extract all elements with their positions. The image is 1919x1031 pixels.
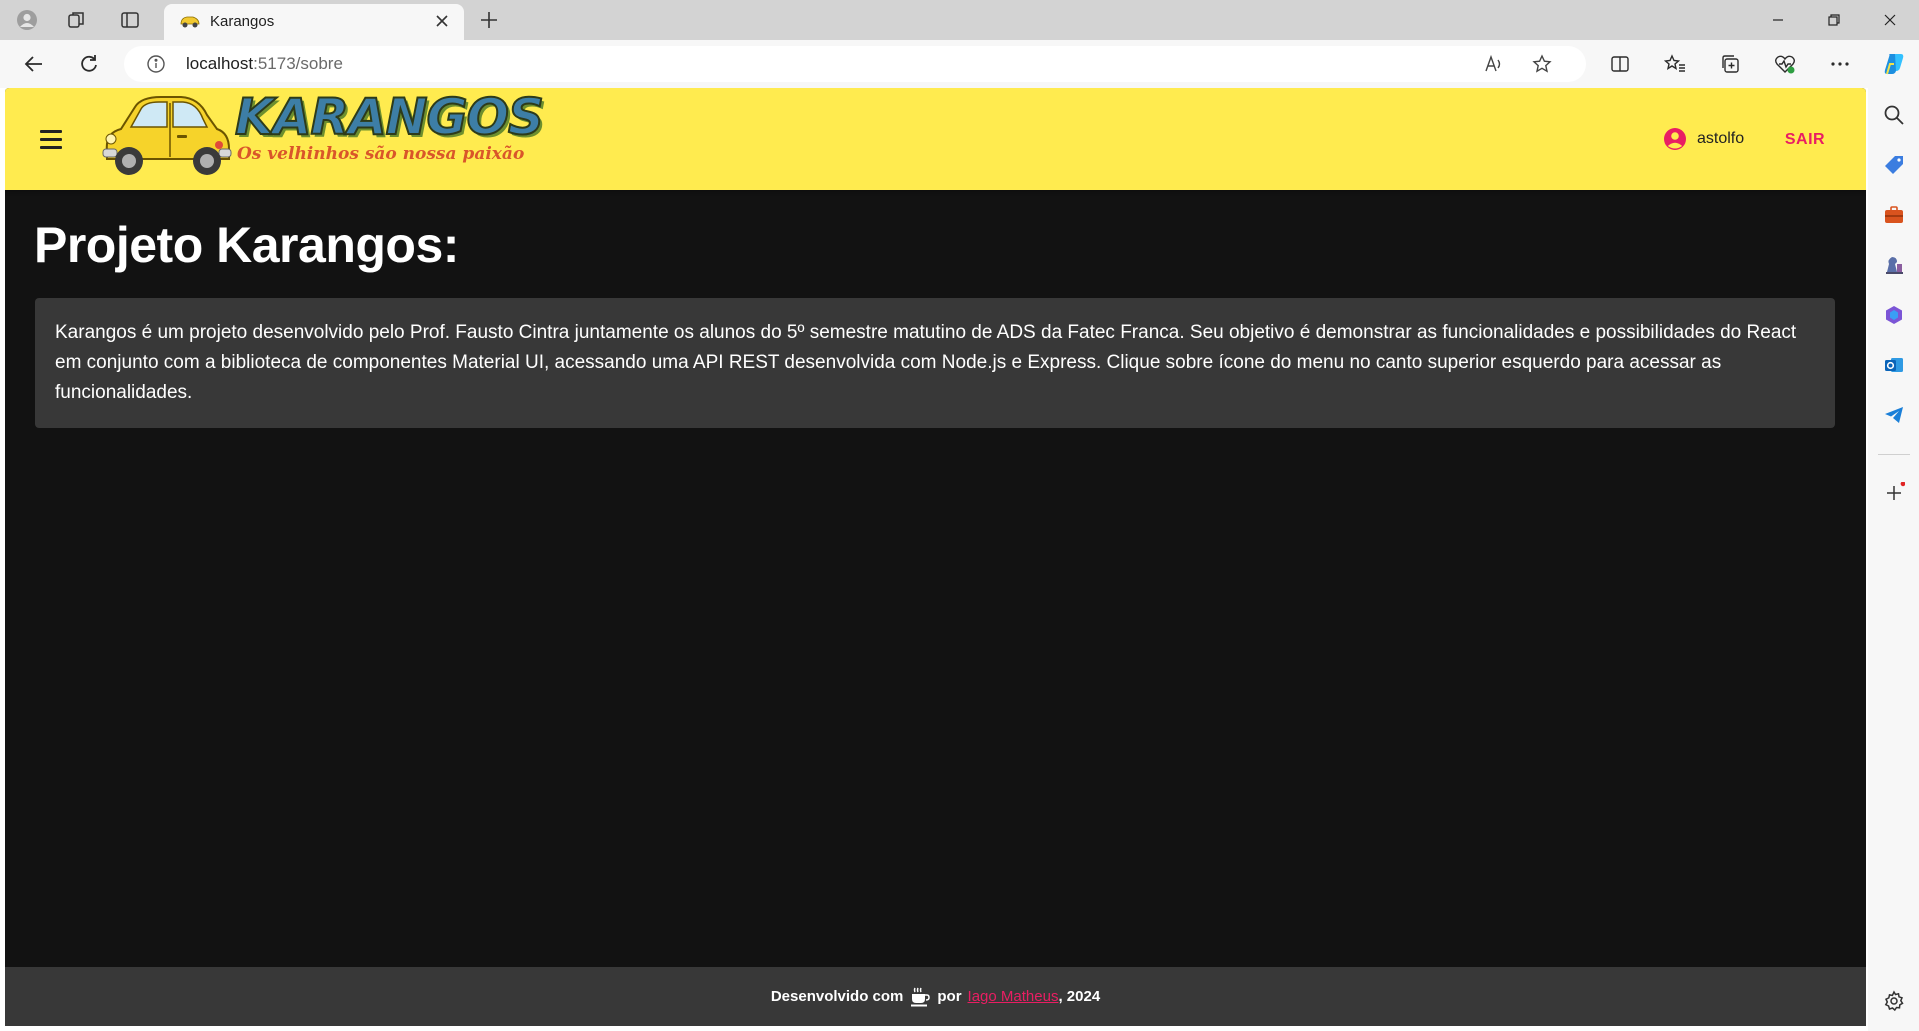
profile-icon[interactable] [14,7,40,33]
sidebar-divider [1878,454,1910,455]
author-link[interactable]: Iago Matheus [968,988,1059,1005]
tab-title: Karangos [210,13,275,30]
account-circle-icon [1664,128,1686,150]
footer-prefix: Desenvolvido com [770,988,904,1005]
app-header: KARANGOS Os velhinhos são nossa paixão a… [5,88,1866,190]
shopping-tag-icon[interactable] [1882,153,1906,177]
footer-credits: Desenvolvido com por Iago Matheus, 2024 [771,986,1100,1008]
footer-year: , 2024 [1058,988,1101,1005]
microsoft-365-icon[interactable] [1882,303,1906,327]
copilot-icon[interactable] [1880,50,1908,78]
username: astolfo [1697,130,1745,147]
send-telegram-icon[interactable] [1882,403,1906,427]
games-chess-icon[interactable] [1882,253,1906,277]
description-card: Karangos é um projeto desenvolvido pelo … [35,298,1835,428]
read-aloud-icon[interactable] [1482,52,1506,76]
collections-icon[interactable] [1716,50,1744,78]
site-info-icon[interactable] [146,54,166,74]
favorites-icon[interactable] [1661,50,1689,78]
browser-essentials-icon[interactable] [1771,50,1799,78]
workspaces-icon[interactable] [64,7,90,33]
page-title: Projeto Karangos: [34,217,459,273]
url-text: localhost:5173/sobre [186,54,343,74]
add-sidebar-app-icon[interactable] [1882,481,1906,505]
menu-hamburger-icon[interactable] [35,123,67,155]
reload-icon[interactable] [75,50,103,78]
car-logo-icon [102,96,232,175]
coffee-cup-icon [911,987,931,1006]
close-tab-icon[interactable] [432,11,452,31]
back-arrow-icon[interactable] [20,50,48,78]
sidebar-settings-gear-icon[interactable] [1882,989,1906,1013]
minimize-button[interactable] [1750,0,1806,40]
car-favicon-icon [180,16,200,28]
user-info: astolfo [1663,125,1744,153]
page-viewport: KARANGOS Os velhinhos são nossa paixão a… [5,88,1866,1026]
footer-middle: por [937,988,962,1005]
more-options-icon[interactable] [1826,50,1854,78]
browser-toolbar: localhost:5173/sobre [0,40,1919,88]
outlook-icon[interactable] [1882,353,1906,377]
restore-button[interactable] [1806,0,1862,40]
address-bar[interactable]: localhost:5173/sobre [124,46,1586,82]
logo-slogan: Os velhinhos são nossa paixão [237,144,525,164]
vertical-tabs-icon[interactable] [117,7,143,33]
browser-tab-strip: Karangos [0,0,1919,40]
search-icon[interactable] [1882,103,1906,127]
browser-tab-karangos[interactable]: Karangos [164,4,464,40]
url-path: :5173/sobre [253,54,343,73]
logout-button[interactable]: SAIR [1765,125,1845,155]
new-tab-button[interactable] [476,7,502,33]
page-footer: Desenvolvido com por Iago Matheus, 2024 [5,967,1866,1026]
edge-sidebar [1868,88,1919,1031]
favorite-star-icon[interactable] [1530,52,1554,76]
tools-briefcase-icon[interactable] [1882,203,1906,227]
split-screen-icon[interactable] [1606,50,1634,78]
close-window-button[interactable] [1862,0,1918,40]
url-host: localhost [186,54,254,73]
description-text: Karangos é um projeto desenvolvido pelo … [55,322,1797,403]
logo-title: KARANGOS [234,88,545,147]
